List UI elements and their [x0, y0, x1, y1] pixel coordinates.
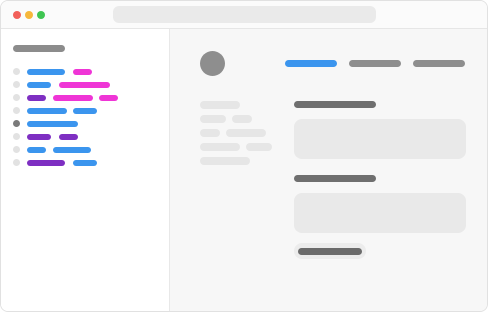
section-heading	[294, 175, 376, 182]
minimize-window-button[interactable]	[25, 11, 33, 19]
code-token	[73, 160, 97, 166]
address-bar[interactable]	[113, 6, 376, 23]
main-content	[170, 29, 487, 311]
tab-second[interactable]	[349, 60, 401, 67]
code-token	[99, 95, 118, 101]
sidebar-tree-item[interactable]	[1, 93, 169, 102]
meta-line	[232, 115, 252, 123]
tab-third[interactable]	[413, 60, 465, 67]
section-panel	[294, 119, 466, 159]
sidebar-tree-item[interactable]	[1, 119, 169, 128]
meta-line	[246, 143, 272, 151]
tree-bullet-icon	[13, 68, 20, 75]
title-bar	[1, 1, 487, 29]
close-window-button[interactable]	[13, 11, 21, 19]
code-token	[53, 147, 91, 153]
section-panel	[294, 193, 466, 233]
meta-line	[226, 129, 266, 137]
code-token	[27, 160, 65, 166]
meta-line	[200, 157, 250, 165]
tree-bullet-icon	[13, 107, 20, 114]
tree-bullet-icon	[13, 159, 20, 166]
meta-line	[200, 101, 240, 109]
tree-bullet-icon	[13, 146, 20, 153]
tree-bullet-icon	[13, 133, 20, 140]
meta-line	[200, 129, 220, 137]
code-token	[27, 121, 78, 127]
sidebar-tree-item[interactable]	[1, 132, 169, 141]
code-token	[27, 82, 51, 88]
sidebar-title	[13, 45, 65, 52]
code-token	[27, 95, 46, 101]
sidebar-tree-item[interactable]	[1, 80, 169, 89]
address-bar-value	[113, 6, 114, 7]
action-button[interactable]	[294, 243, 366, 259]
code-token	[59, 82, 110, 88]
meta-line	[200, 143, 240, 151]
tree-bullet-icon	[13, 120, 20, 127]
action-button-label	[298, 248, 362, 255]
code-token	[27, 134, 51, 140]
code-token	[27, 69, 65, 75]
sidebar	[1, 29, 170, 311]
tab-first[interactable]	[285, 60, 337, 67]
app-window	[0, 0, 488, 312]
sidebar-tree-item[interactable]	[1, 158, 169, 167]
code-token	[73, 108, 97, 114]
code-token	[53, 95, 93, 101]
tree-bullet-icon	[13, 81, 20, 88]
zoom-window-button[interactable]	[37, 11, 45, 19]
meta-line	[200, 115, 226, 123]
sidebar-tree-item[interactable]	[1, 106, 169, 115]
tree-bullet-icon	[13, 94, 20, 101]
code-token	[59, 134, 78, 140]
section-heading	[294, 101, 376, 108]
code-token	[73, 69, 92, 75]
sidebar-tree-item[interactable]	[1, 145, 169, 154]
code-token	[27, 147, 46, 153]
code-token	[27, 108, 67, 114]
sidebar-tree-item[interactable]	[1, 67, 169, 76]
avatar[interactable]	[200, 51, 225, 76]
